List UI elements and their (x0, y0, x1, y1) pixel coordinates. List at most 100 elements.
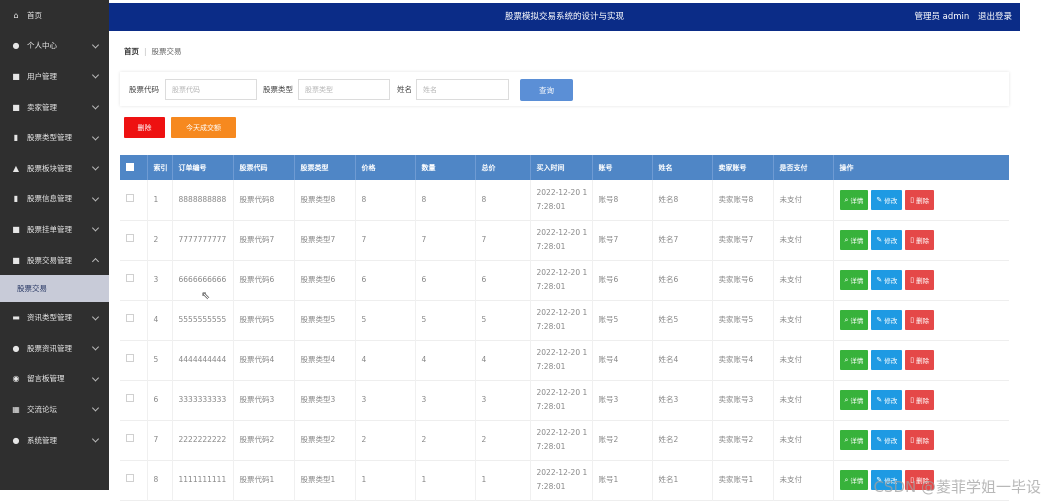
row-select-cell[interactable] (120, 340, 148, 380)
sidebar-item-7[interactable]: ■ 股票挂单管理 (0, 214, 109, 245)
home-icon: ⌂ (13, 10, 19, 20)
edit-label: 修改 (884, 276, 898, 285)
sidebar-item-12[interactable]: ▦ 交流论坛 (0, 394, 109, 425)
sidebar-item-0[interactable]: ⌂ 首页 (0, 0, 109, 31)
detail-button[interactable]: ⌕ 详情 (839, 310, 869, 331)
logout-link[interactable]: 退出登录 (978, 12, 1012, 22)
detail-button[interactable]: ⌕ 详情 (839, 430, 869, 451)
sidebar-item-1[interactable]: ● 个人中心 (0, 31, 109, 62)
sidebar-item-label: 股票挂单管理 (27, 224, 72, 234)
row-checkbox[interactable] (126, 274, 134, 282)
edit-button[interactable]: ✎ 修改 (871, 189, 903, 210)
row-select-cell[interactable] (120, 180, 148, 220)
delete-label: 删除 (916, 316, 930, 325)
sidebar-subitem-stock-trade[interactable]: 股票交易 (0, 275, 109, 303)
edit-button[interactable]: ✎ 修改 (871, 229, 903, 250)
cell-total: 1 (475, 460, 531, 500)
select-all-header[interactable] (120, 155, 148, 180)
cell-name: 姓名8 (652, 180, 713, 220)
cell-paid: 未支付 (773, 260, 834, 300)
cell-order-no: 8888888888 (172, 180, 234, 220)
cell-order-no: 2222222222 (172, 420, 234, 460)
detail-button[interactable]: ⌕ 详情 (839, 190, 869, 210)
row-select-cell[interactable] (120, 380, 148, 420)
row-select-cell[interactable] (120, 460, 148, 500)
trash-icon: ▯ (910, 235, 915, 244)
table-body: 1 8888888888 股票代码8 股票类型8 8 8 8 2022-12-20 1 7:28… (120, 180, 1009, 500)
edit-button[interactable]: ✎ 修改 (871, 389, 903, 410)
delete-button[interactable]: ▯ 删除 (905, 389, 935, 410)
row-checkbox[interactable] (126, 474, 134, 482)
sidebar-item-4[interactable]: ▮ 股票类型管理 (0, 122, 109, 153)
cell-type: 股票类型2 (294, 420, 356, 460)
cell-buy-time: 2022-12-20 1 7:28:01 (530, 220, 593, 260)
batch-delete-button[interactable]: 删除 (124, 117, 165, 138)
cell-price: 6 (355, 260, 416, 300)
sidebar-item-13[interactable]: ● 系统管理 (0, 425, 109, 456)
edit-button[interactable]: ✎ 修改 (871, 309, 903, 330)
stock-type-input[interactable] (298, 79, 390, 100)
sidebar-item-label: 股票类型管理 (27, 133, 72, 143)
today-deal-amount-button[interactable]: 今天成交额 (171, 117, 236, 138)
sidebar-item-5[interactable]: ▲ 股票板块管理 (0, 153, 109, 184)
row-select-cell[interactable] (120, 420, 148, 460)
delete-button[interactable]: ▯ 删除 (905, 309, 935, 330)
row-select-cell[interactable] (120, 220, 148, 260)
row-checkbox[interactable] (126, 354, 134, 362)
detail-button[interactable]: ⌕ 详情 (839, 270, 869, 291)
delete-button[interactable]: ▯ 删除 (905, 189, 935, 210)
cell-price: 2 (355, 420, 416, 460)
row-checkbox[interactable] (126, 434, 134, 442)
delete-button[interactable]: ▯ 删除 (905, 269, 935, 290)
column-header: 股票类型 (294, 155, 356, 180)
sidebar-item-2[interactable]: ■ 用户管理 (0, 61, 109, 92)
cell-type: 股票类型3 (294, 380, 356, 420)
buy-time-clock: 7:28:01 (536, 282, 566, 291)
detail-button[interactable]: ⌕ 详情 (839, 470, 869, 491)
row-checkbox[interactable] (126, 394, 134, 402)
delete-button[interactable]: ▯ 删除 (905, 349, 935, 370)
row-checkbox[interactable] (126, 234, 134, 242)
breadcrumb-home[interactable]: 首页 (124, 47, 139, 56)
chevron-down-icon (91, 71, 100, 80)
delete-button[interactable]: ▯ 删除 (905, 229, 935, 250)
detail-button[interactable]: ⌕ 详情 (839, 350, 869, 371)
stock-code-input[interactable] (165, 79, 257, 100)
sidebar-item-6[interactable]: ▮ 股票信息管理 (0, 184, 109, 215)
sidebar-item-9[interactable]: ▬ 资讯类型管理 (0, 302, 109, 333)
cell-seller: 卖家账号5 (712, 300, 774, 340)
cell-qty: 2 (415, 420, 476, 460)
sidebar-item-label: 个人中心 (27, 41, 57, 51)
row-checkbox[interactable] (126, 314, 134, 322)
sidebar-item-11[interactable]: ◉ 留言板管理 (0, 364, 109, 395)
query-button[interactable]: 查询 (520, 79, 573, 101)
chevron-down-icon (91, 163, 100, 171)
cell-code: 股票代码2 (233, 420, 295, 460)
sidebar-item-3[interactable]: ■ 卖家管理 (0, 92, 109, 123)
edit-button[interactable]: ✎ 修改 (871, 429, 903, 450)
cell-type: 股票类型1 (294, 460, 356, 500)
row-checkbox[interactable] (126, 193, 134, 202)
row-select-cell[interactable] (120, 300, 148, 340)
detail-button[interactable]: ⌕ 详情 (839, 390, 869, 411)
column-header: 买入时间 (530, 155, 593, 180)
cell-order-no: 4444444444 (172, 340, 234, 380)
edit-button[interactable]: ✎ 修改 (871, 349, 903, 370)
cell-name: 姓名7 (652, 220, 713, 260)
table-row: 3 6666666666 股票代码6 股票类型6 6 6 6 2022-12-20 1 7:28… (120, 260, 1009, 300)
table-row: 1 8888888888 股票代码8 股票类型8 8 8 8 2022-12-20 1 7:28… (120, 180, 1009, 220)
row-select-cell[interactable] (120, 260, 148, 300)
detail-button[interactable]: ⌕ 详情 (839, 230, 869, 251)
edit-button[interactable]: ✎ 修改 (871, 269, 903, 290)
breadcrumb-current: 股票交易 (151, 47, 182, 56)
search-icon: ⌕ (844, 235, 849, 244)
select-all-checkbox[interactable] (126, 162, 134, 171)
sidebar-item-label: 股票板块管理 (27, 163, 72, 173)
edit-icon: ✎ (876, 235, 883, 244)
detail-label: 详情 (850, 197, 864, 205)
delete-button[interactable]: ▯ 删除 (905, 429, 935, 450)
edit-icon: ✎ (876, 435, 883, 444)
name-input[interactable] (416, 79, 509, 100)
sidebar-item-10[interactable]: ● 股票资讯管理 (0, 333, 109, 364)
sidebar-item-8[interactable]: ■ 股票交易管理 (0, 245, 109, 276)
